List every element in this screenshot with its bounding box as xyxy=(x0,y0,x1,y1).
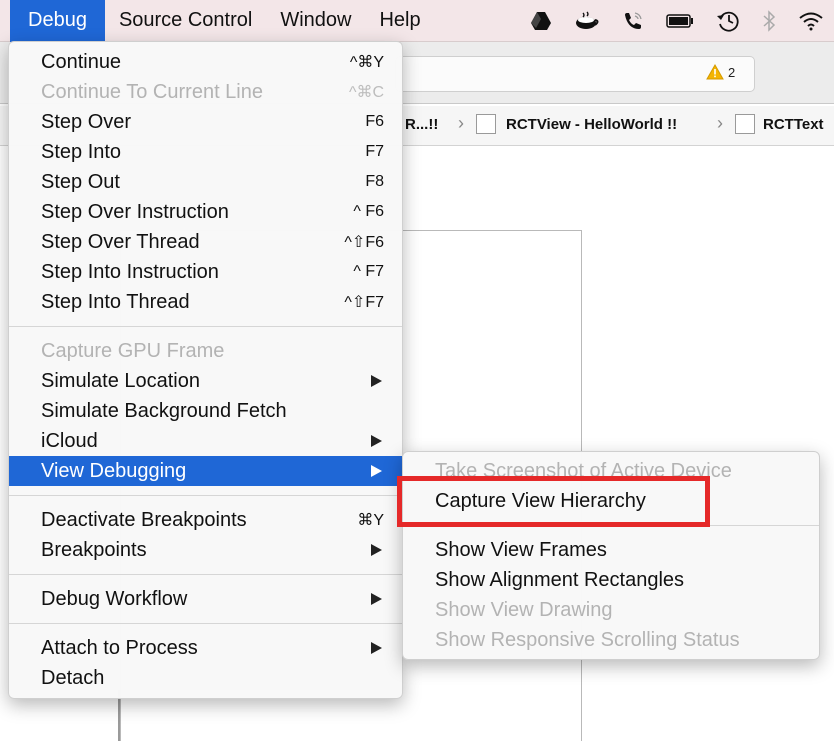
breadcrumb-item-2[interactable]: RCTView - HelloWorld !! xyxy=(506,116,677,133)
submenu-arrow-icon xyxy=(371,465,382,477)
menu-item-label: Step Over xyxy=(41,110,132,133)
menu-item-shortcut: F8 xyxy=(365,173,384,190)
menu-item-shortcut: ^⌘C xyxy=(348,84,384,101)
menu-item-shortcut: ^⌘Y xyxy=(349,54,384,71)
menu-item-label: Show View Drawing xyxy=(435,598,613,621)
menu-item-step-into-thread[interactable]: Step Into Thread ^⇧F7 xyxy=(9,287,402,317)
menu-separator xyxy=(9,623,402,624)
menu-item-label: Continue To Current Line xyxy=(41,80,263,103)
coffee-cup-icon[interactable] xyxy=(574,11,600,31)
time-machine-icon[interactable] xyxy=(716,10,740,32)
menu-item-deactivate-breakpoints[interactable]: Deactivate Breakpoints ⌘Y xyxy=(9,505,402,535)
menu-item-step-over-thread[interactable]: Step Over Thread ^⇧F6 xyxy=(9,227,402,257)
menu-item-label: View Debugging xyxy=(41,459,187,482)
menu-item-step-into[interactable]: Step Into F7 xyxy=(9,137,402,167)
menu-item-shortcut: ^ F6 xyxy=(353,203,384,220)
menu-item-label: Step Into Thread xyxy=(41,290,190,313)
menu-item-label: Step Out xyxy=(41,170,120,193)
menu-item-simulate-location[interactable]: Simulate Location xyxy=(9,366,402,396)
menu-item-continue[interactable]: Continue ^⌘Y xyxy=(9,47,402,77)
menu-item-shortcut: F7 xyxy=(365,143,384,160)
menu-item-label: Show Responsive Scrolling Status xyxy=(435,628,740,651)
menu-item-shortcut: ⌘Y xyxy=(357,512,384,529)
menu-item-continue-to-current-line: Continue To Current Line ^⌘C xyxy=(9,77,402,107)
menu-item-capture-gpu-frame: Capture GPU Frame xyxy=(9,336,402,366)
menu-item-label: Step Into xyxy=(41,140,122,163)
menu-item-label: Deactivate Breakpoints xyxy=(41,508,247,531)
chevron-right-icon: › xyxy=(458,113,464,133)
view-debugging-submenu: Take Screenshot of Active Device Capture… xyxy=(402,451,820,660)
chevron-right-icon: › xyxy=(717,113,723,133)
menubar-window[interactable]: Window xyxy=(266,0,365,42)
menu-item-label: Step Over Thread xyxy=(41,230,200,253)
phone-icon[interactable] xyxy=(622,10,644,32)
menu-item-attach-to-process[interactable]: Attach to Process xyxy=(9,633,402,663)
menu-item-label: Breakpoints xyxy=(41,538,147,561)
menu-item-label: Simulate Location xyxy=(41,369,200,392)
menu-item-icloud[interactable]: iCloud xyxy=(9,426,402,456)
menu-separator xyxy=(403,525,819,526)
menu-item-label: Detach xyxy=(41,666,105,689)
submenu-arrow-icon xyxy=(371,435,382,447)
submenu-arrow-icon xyxy=(371,375,382,387)
menu-separator xyxy=(9,574,402,575)
menu-item-show-view-drawing: Show View Drawing xyxy=(403,595,819,625)
menu-item-label: Simulate Background Fetch xyxy=(41,399,287,422)
menu-separator xyxy=(9,326,402,327)
menu-item-label: Step Into Instruction xyxy=(41,260,219,283)
menu-separator xyxy=(9,495,402,496)
submenu-arrow-icon xyxy=(371,642,382,654)
submenu-arrow-icon xyxy=(371,593,382,605)
debug-menu: Continue ^⌘Y Continue To Current Line ^⌘… xyxy=(8,41,403,699)
menu-item-step-over[interactable]: Step Over F6 xyxy=(9,107,402,137)
view-icon xyxy=(476,114,496,134)
menu-item-show-view-frames[interactable]: Show View Frames xyxy=(403,535,819,565)
menu-item-label: Capture View Hierarchy xyxy=(435,489,646,512)
menu-item-simulate-background-fetch[interactable]: Simulate Background Fetch xyxy=(9,396,402,426)
menu-item-take-screenshot: Take Screenshot of Active Device xyxy=(403,456,819,486)
menu-item-show-responsive-scrolling-status: Show Responsive Scrolling Status xyxy=(403,625,819,655)
menu-item-label: Show Alignment Rectangles xyxy=(435,568,685,591)
menu-item-step-out[interactable]: Step Out F8 xyxy=(9,167,402,197)
drive-icon[interactable] xyxy=(530,11,552,31)
warning-count: 2 xyxy=(728,64,736,80)
menu-item-label: Capture GPU Frame xyxy=(41,339,225,362)
menu-item-view-debugging[interactable]: View Debugging xyxy=(9,456,402,486)
menubar-source-control[interactable]: Source Control xyxy=(105,0,266,42)
menu-item-debug-workflow[interactable]: Debug Workflow xyxy=(9,584,402,614)
submenu-arrow-icon xyxy=(371,544,382,556)
menu-item-label: Attach to Process xyxy=(41,636,198,659)
menu-item-label: Take Screenshot of Active Device xyxy=(435,459,732,482)
menu-bar: Debug Source Control Window Help xyxy=(0,0,834,42)
menu-item-label: iCloud xyxy=(41,429,98,452)
menubar-debug[interactable]: Debug xyxy=(10,0,105,42)
menu-item-label: Debug Workflow xyxy=(41,587,188,610)
menu-item-label: Show View Frames xyxy=(435,538,607,561)
battery-icon[interactable] xyxy=(666,13,694,29)
breadcrumb-item-1[interactable]: R...!! xyxy=(405,116,438,133)
menu-item-capture-view-hierarchy[interactable]: Capture View Hierarchy xyxy=(403,486,819,516)
menu-item-detach[interactable]: Detach xyxy=(9,663,402,693)
menu-item-shortcut: ^⇧F6 xyxy=(344,234,384,251)
wifi-icon[interactable] xyxy=(798,11,824,31)
activity-viewer xyxy=(395,56,755,92)
breadcrumb-item-3[interactable]: RCTText xyxy=(763,116,824,133)
menu-item-shortcut: F6 xyxy=(365,113,384,130)
status-icons xyxy=(530,0,824,42)
menu-item-label: Continue xyxy=(41,50,122,73)
menu-item-shortcut: ^ F7 xyxy=(353,263,384,280)
view-icon xyxy=(735,114,755,134)
menu-item-breakpoints[interactable]: Breakpoints xyxy=(9,535,402,565)
menu-item-label: Step Over Instruction xyxy=(41,200,229,223)
menu-item-step-into-instruction[interactable]: Step Into Instruction ^ F7 xyxy=(9,257,402,287)
bluetooth-icon[interactable] xyxy=(762,10,776,32)
warning-badge[interactable]: 2 xyxy=(706,64,735,80)
menubar-help[interactable]: Help xyxy=(365,0,434,42)
menu-item-show-alignment-rectangles[interactable]: Show Alignment Rectangles xyxy=(403,565,819,595)
warning-triangle-icon xyxy=(706,64,724,80)
menu-item-step-over-instruction[interactable]: Step Over Instruction ^ F6 xyxy=(9,197,402,227)
menu-item-shortcut: ^⇧F7 xyxy=(344,294,384,311)
